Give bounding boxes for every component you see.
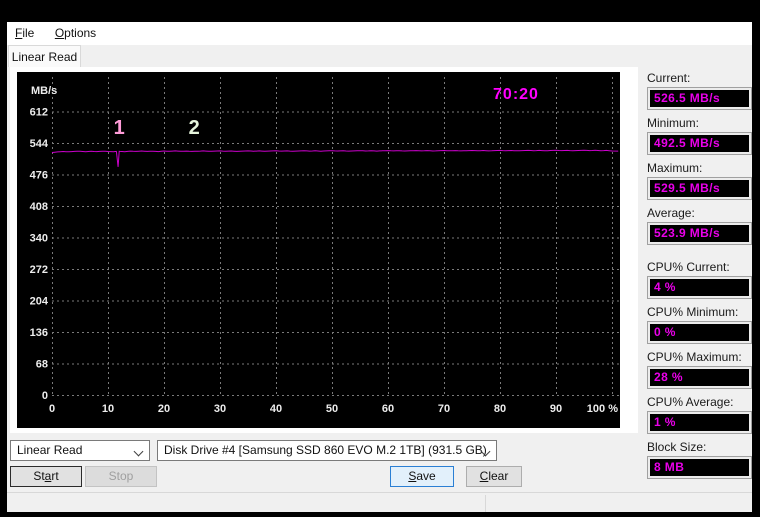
app-window: File Options Linear Read MB/s 612 544 476 40…	[7, 22, 752, 512]
app-screen: File Options Linear Read MB/s 612 544 476 40…	[0, 0, 760, 517]
stat-value: 0 %	[650, 324, 749, 341]
x-tick: 70	[438, 403, 450, 415]
x-tick: 60	[382, 403, 394, 415]
y-tick: 272	[30, 264, 48, 276]
y-axis-unit: MB/s	[31, 85, 57, 97]
stat-label: Minimum:	[647, 116, 700, 130]
tab-linear-read[interactable]: Linear Read	[8, 45, 81, 67]
x-tick: 0	[49, 403, 55, 415]
x-tick: 30	[214, 403, 226, 415]
stat-value: 492.5 MB/s	[650, 135, 749, 152]
stat-value-box: 523.9 MB/s	[647, 222, 752, 245]
marker-label-2: 2	[189, 117, 200, 139]
stat-value-box: 4 %	[647, 276, 752, 299]
y-tick: 408	[30, 201, 48, 213]
stat-label: CPU% Average:	[647, 395, 734, 409]
stat-label: CPU% Maximum:	[647, 350, 742, 364]
stat-minimum: Minimum: 492.5 MB/s	[647, 116, 752, 155]
start-button[interactable]: Start	[10, 466, 82, 487]
stat-label: Current:	[647, 71, 691, 85]
stat-label: Average:	[647, 206, 695, 220]
chart-svg: MB/s 612 544 476 408 340 272 204 136 68 00 10 20 30 40…	[30, 77, 620, 415]
x-tick: 20	[158, 403, 170, 415]
x-tick: 80	[494, 403, 506, 415]
drive-select[interactable]: Disk Drive #4 [Samsung SSD 860 EVO M.2 1…	[157, 440, 497, 461]
speed-line	[51, 149, 619, 167]
stat-value: 8 MB	[650, 459, 749, 476]
status-bar	[7, 492, 752, 512]
stat-value-box: 526.5 MB/s	[647, 87, 752, 110]
stat-value-box: 8 MB	[647, 456, 752, 479]
stat-cpu-current: CPU% Current: 4 %	[647, 260, 752, 299]
x-tick: 50	[326, 403, 338, 415]
stat-cpu-average: CPU% Average: 1 %	[647, 395, 752, 434]
x-tick: 100 %	[587, 403, 618, 415]
stat-cpu-maximum: CPU% Maximum: 28 %	[647, 350, 752, 389]
menu-bar: File Options	[7, 22, 752, 45]
stat-value-box: 1 %	[647, 411, 752, 434]
stat-average: Average: 523.9 MB/s	[647, 206, 752, 245]
x-tick: 40	[270, 403, 282, 415]
stat-value: 4 %	[650, 279, 749, 296]
y-tick: 136	[30, 327, 48, 339]
x-tick: 90	[550, 403, 562, 415]
stat-label: CPU% Current:	[647, 260, 730, 274]
drive-value: Disk Drive #4 [Samsung SSD 860 EVO M.2 1…	[164, 443, 487, 457]
stat-value: 529.5 MB/s	[650, 180, 749, 197]
stat-value: 523.9 MB/s	[650, 225, 749, 242]
stats-panel: Current: 526.5 MB/s Minimum: 492.5 MB/s …	[640, 67, 752, 502]
y-tick: 68	[36, 359, 48, 371]
stat-value-box: 28 %	[647, 366, 752, 389]
y-tick: 340	[30, 233, 48, 245]
stat-label: CPU% Minimum:	[647, 305, 739, 319]
y-tick: 204	[30, 296, 49, 308]
stat-value: 1 %	[650, 414, 749, 431]
y-tick: 476	[30, 170, 48, 182]
stat-maximum: Maximum: 529.5 MB/s	[647, 161, 752, 200]
stop-button: Stop	[85, 466, 157, 487]
benchmark-plot: MB/s 612 544 476 408 340 272 204 136 68 0 0 10 20 30 40…	[17, 72, 620, 428]
marker-label-1: 1	[114, 117, 125, 139]
stat-value-box: 0 %	[647, 321, 752, 344]
stat-cpu-minimum: CPU% Minimum: 0 %	[647, 305, 752, 344]
stat-value: 526.5 MB/s	[650, 90, 749, 107]
stat-block-size: Block Size: 8 MB	[647, 440, 752, 479]
y-tick: 544	[30, 138, 49, 150]
stat-current: Current: 526.5 MB/s	[647, 71, 752, 110]
stat-label: Maximum:	[647, 161, 703, 175]
gridlines	[52, 77, 620, 396]
stat-label: Block Size:	[647, 440, 707, 454]
test-type-select[interactable]: Linear Read	[10, 440, 150, 461]
y-tick: 612	[30, 107, 48, 119]
tab-strip: Linear Read	[7, 45, 752, 67]
chart-panel: MB/s 612 544 476 408 340 272 204 136 68 0 0 10 20 30 40…	[10, 67, 638, 433]
save-button[interactable]: Save	[390, 466, 454, 487]
clear-button[interactable]: Clear	[466, 466, 522, 487]
stat-value-box: 529.5 MB/s	[647, 177, 752, 200]
menu-item-file[interactable]: File	[7, 22, 42, 44]
stat-value: 28 %	[650, 369, 749, 386]
elapsed-time-label: 70:20	[493, 86, 539, 103]
status-bar-separator	[485, 495, 486, 512]
stat-value-box: 492.5 MB/s	[647, 132, 752, 155]
chevron-down-icon	[133, 446, 144, 457]
test-type-value: Linear Read	[17, 443, 83, 457]
y-tick: 0	[42, 390, 48, 402]
menu-item-options[interactable]: Options	[47, 22, 104, 44]
x-tick: 10	[102, 403, 114, 415]
